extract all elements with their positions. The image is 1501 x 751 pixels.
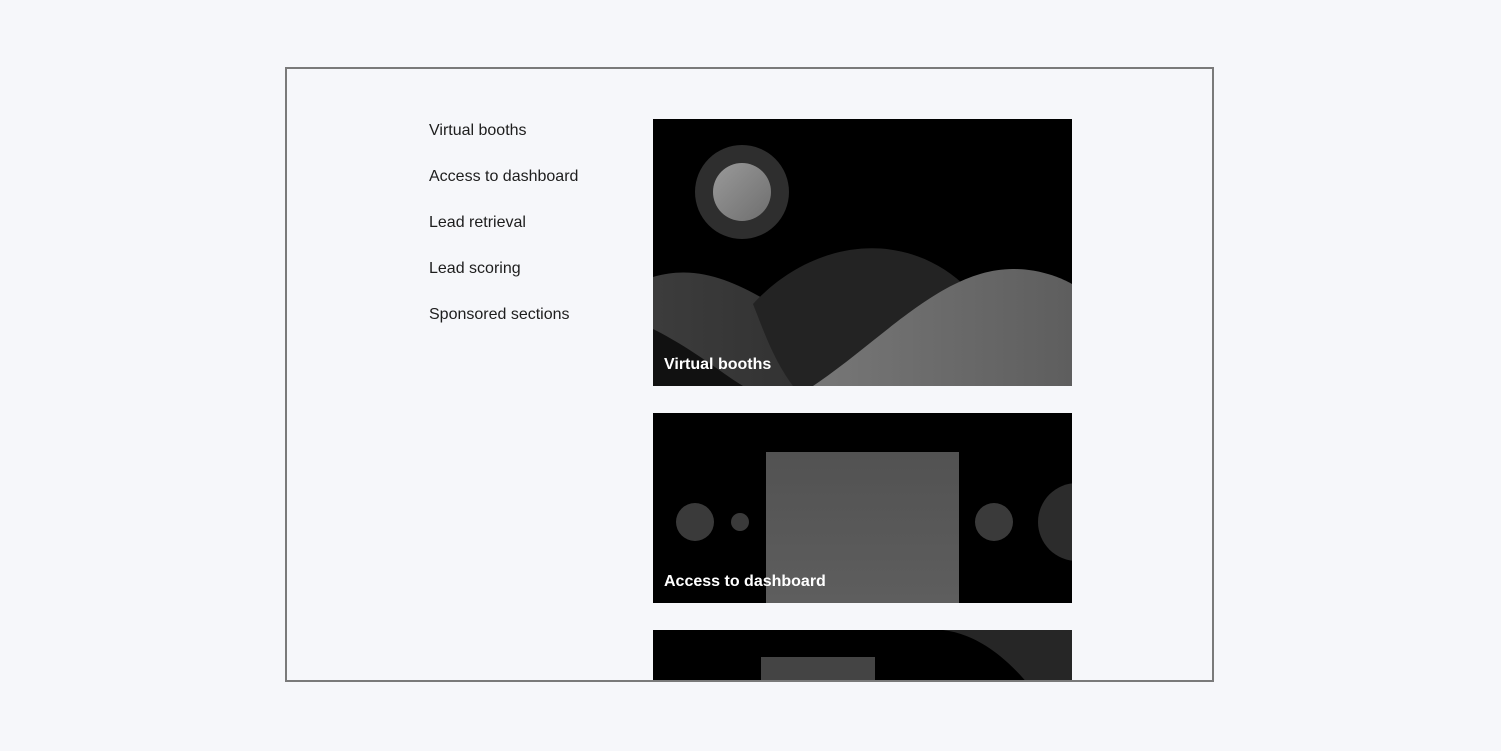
feature-panel: Virtual booths Access to dashboard Lead … (285, 67, 1214, 682)
nav-item-lead-scoring[interactable]: Lead scoring (429, 257, 578, 303)
feature-card-partial[interactable] (653, 630, 1072, 680)
card-label: Access to dashboard (664, 573, 826, 590)
card-label: Virtual booths (664, 356, 772, 373)
nav-item-sponsored-sections[interactable]: Sponsored sections (429, 303, 578, 349)
feature-nav-list: Virtual booths Access to dashboard Lead … (429, 119, 578, 349)
feature-card-access-to-dashboard[interactable]: Access to dashboard (653, 413, 1072, 603)
abstract-illustration-icon (653, 630, 1072, 680)
nav-item-lead-retrieval[interactable]: Lead retrieval (429, 211, 578, 257)
feature-card-virtual-booths[interactable]: Virtual booths (653, 119, 1072, 386)
landscape-illustration-icon (653, 119, 1072, 386)
nav-item-virtual-booths[interactable]: Virtual booths (429, 119, 578, 165)
nav-item-access-to-dashboard[interactable]: Access to dashboard (429, 165, 578, 211)
